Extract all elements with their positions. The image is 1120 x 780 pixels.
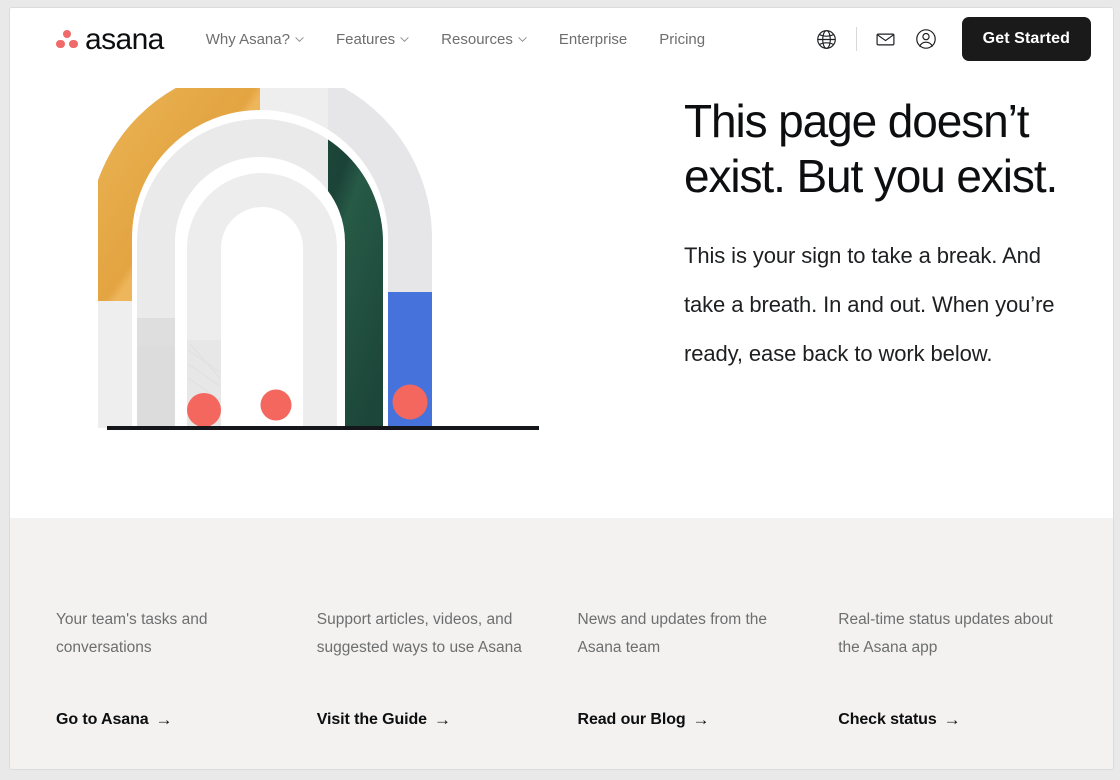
nav-item-label: Resources [441, 30, 513, 48]
footer-link-visit-the-guide[interactable]: Visit the Guide → [317, 710, 451, 730]
nav-item-label: Enterprise [558, 30, 628, 48]
globe-icon[interactable] [807, 19, 847, 59]
footer-link-label: Go to Asana [56, 711, 149, 728]
footer-column-visit-the-guide: Support articles, videos, and suggested … [317, 606, 546, 730]
chevron-down-icon [400, 35, 409, 44]
footer-column-check-status: Real-time status updates about the Asana… [838, 606, 1067, 730]
footer-column-go-to-asana: Your team's tasks and conversations Go t… [56, 606, 285, 730]
hero-section: This page doesn’t exist. But you exist. … [10, 70, 1113, 518]
arrow-right-icon: → [155, 709, 173, 729]
chevron-down-icon [295, 35, 304, 44]
browser-viewport: asana Why Asana? Features Resources Ente… [9, 7, 1114, 770]
nav-item-features[interactable]: Features [336, 31, 409, 48]
page-title: This page doesn’t exist. But you exist. [684, 95, 1058, 202]
account-icon[interactable] [906, 19, 946, 59]
chevron-down-icon [518, 35, 527, 44]
footer-link-label: Check status [838, 711, 937, 728]
footer-link-go-to-asana[interactable]: Go to Asana → [56, 709, 173, 730]
nav-item-why-asana[interactable]: Why Asana? [206, 31, 304, 48]
nav-item-label: Features [335, 30, 396, 48]
brand-name: asana [85, 23, 164, 56]
asana-dots-logo-icon [56, 29, 78, 49]
footer-link-check-status[interactable]: Check status → [838, 710, 960, 730]
nested-arches-illustration [98, 88, 558, 460]
arrow-right-icon: → [943, 709, 961, 729]
footer-column-read-our-blog: News and updates from the Asana team Rea… [578, 606, 807, 730]
footer-grid: Your team's tasks and conversations Go t… [56, 606, 1067, 730]
site-header: asana Why Asana? Features Resources Ente… [10, 8, 1113, 70]
nav-item-label: Why Asana? [205, 30, 290, 48]
arrow-right-icon: → [692, 709, 710, 729]
hero-copy: This page doesn’t exist. But you exist. … [684, 94, 1104, 378]
get-started-button[interactable]: Get Started [961, 17, 1091, 61]
arrow-right-icon: → [433, 709, 451, 729]
footer-description: Support articles, videos, and suggested … [316, 611, 522, 656]
nav-item-resources[interactable]: Resources [441, 31, 527, 48]
nav-item-pricing[interactable]: Pricing [659, 31, 705, 48]
header-utility-nav: Get Started [807, 17, 1091, 61]
header-divider [855, 27, 857, 51]
footer-description: Your team's tasks and conversations [56, 611, 208, 656]
footer-link-label: Visit the Guide [316, 711, 427, 728]
nav-item-enterprise[interactable]: Enterprise [559, 31, 627, 48]
footer-link-label: Read our Blog [577, 711, 686, 728]
footer-link-read-our-blog[interactable]: Read our Blog → [578, 710, 710, 730]
hero-subtext: This is your sign to take a break. And t… [684, 243, 1055, 366]
asana-logo[interactable]: asana [56, 23, 164, 56]
nav-item-label: Pricing [659, 30, 706, 48]
footer-links-section: Your team's tasks and conversations Go t… [10, 518, 1113, 769]
footer-description: News and updates from the Asana team [577, 611, 768, 656]
primary-nav: Why Asana? Features Resources Enterprise [206, 31, 705, 48]
envelope-icon[interactable] [866, 19, 906, 59]
footer-description: Real-time status updates about the Asana… [838, 611, 1053, 656]
